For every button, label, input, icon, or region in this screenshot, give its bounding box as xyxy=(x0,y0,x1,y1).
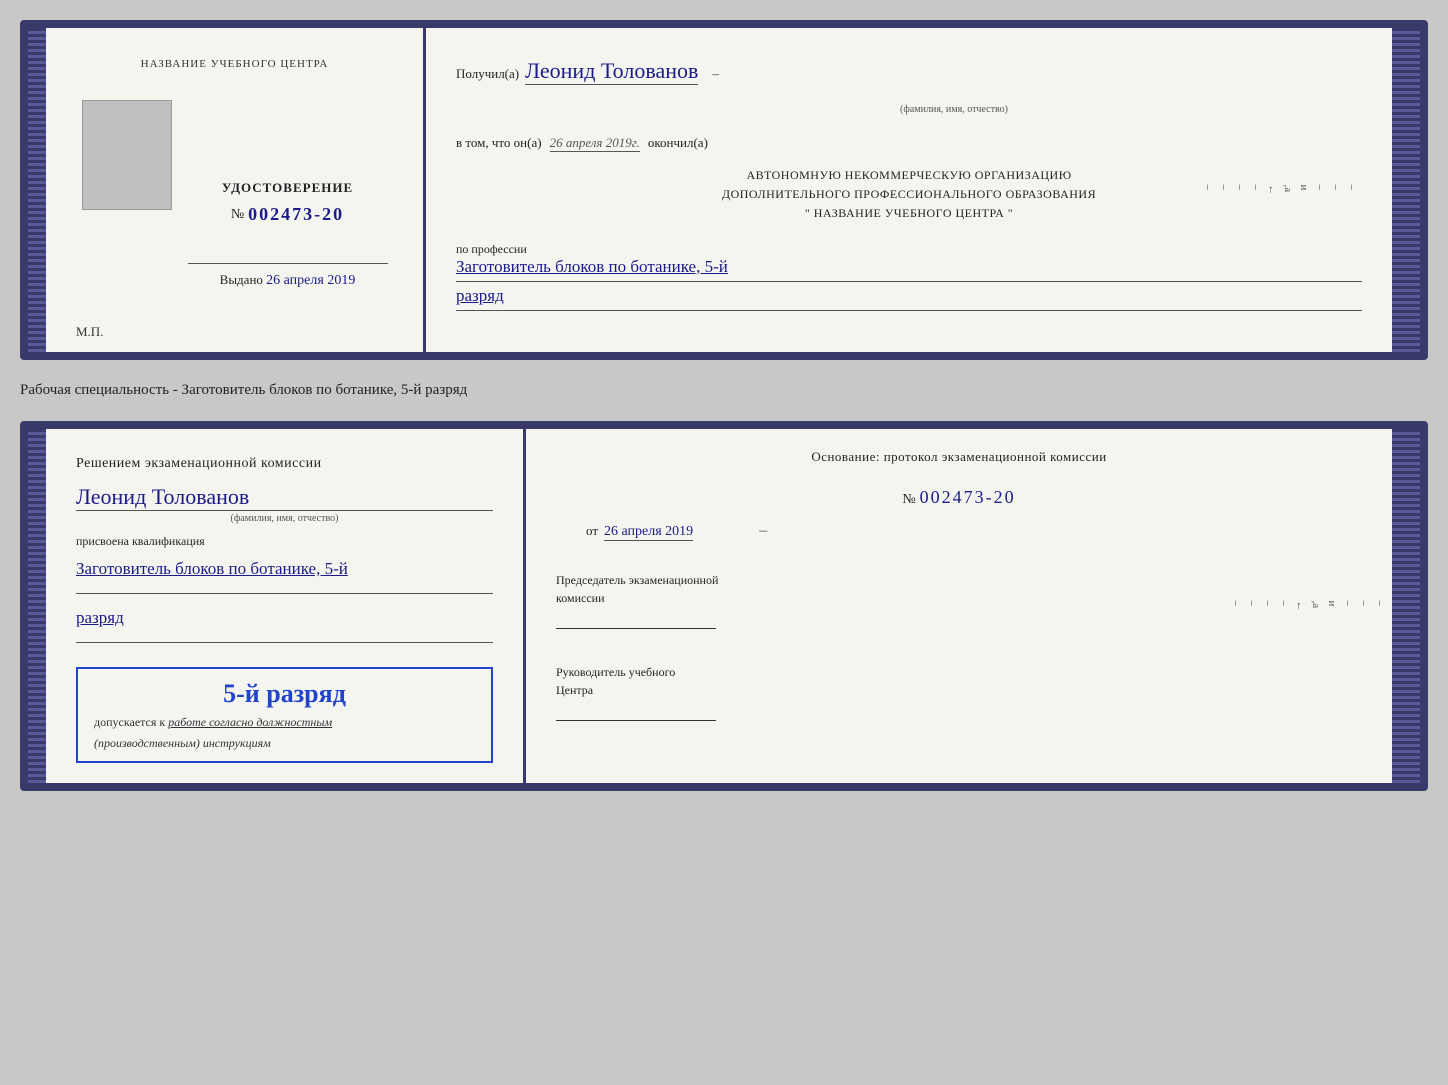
from-prefix: от xyxy=(586,523,598,539)
rank-box: 5-й разряд допускается к работе согласно… xyxy=(76,667,493,763)
rank-box-sub: допускается к работе согласно должностны… xyxy=(94,715,475,730)
cert-number-prefix: № xyxy=(231,207,244,223)
director-sig-line xyxy=(556,703,716,721)
edge-text-top: – – – и ,а ← – – – – xyxy=(1202,185,1358,196)
date-value: 26 апреля 2019г. xyxy=(550,135,640,152)
qualified-label: присвоена квалификация xyxy=(76,534,493,549)
rank-box-title: 5-й разряд xyxy=(94,679,475,709)
rank-box-italic: (производственным) инструкциям xyxy=(94,736,475,751)
doc-top-right: Получил(а) Леонид Толованов – (фамилия, … xyxy=(426,28,1392,352)
fio-subtitle-bottom: (фамилия, имя, отчество) xyxy=(76,513,493,524)
profession-value-top: Заготовитель блоков по ботанике, 5-й xyxy=(456,257,1362,277)
spine-left-bottom xyxy=(28,429,46,783)
doc-bottom-left: Решением экзаменационной комиссии Леонид… xyxy=(46,429,526,783)
protocol-number: 002473-20 xyxy=(920,487,1016,507)
director-block: Руководитель учебного Центра xyxy=(556,663,1362,721)
cert-issued: Выдано 26 апреля 2019 xyxy=(220,272,356,289)
cert-title: УДОСТОВЕРЕНИЕ xyxy=(222,180,353,196)
doc-top-left: НАЗВАНИЕ УЧЕБНОГО ЦЕНТРА УДОСТОВЕРЕНИЕ №… xyxy=(46,28,426,352)
chairman-sig-line xyxy=(556,611,716,629)
protocol-prefix: № xyxy=(902,492,915,507)
spine-right-bottom xyxy=(1392,429,1420,783)
specialty-label: Рабочая специальность - Заготовитель бло… xyxy=(20,378,1428,403)
full-name-top: Леонид Толованов xyxy=(525,58,698,85)
commission-title: Решением экзаменационной комиссии xyxy=(76,453,493,474)
page-wrapper: НАЗВАНИЕ УЧЕБНОГО ЦЕНТРА УДОСТОВЕРЕНИЕ №… xyxy=(20,20,1428,791)
spine-left-top xyxy=(28,28,46,352)
from-date-value: 26 апреля 2019 xyxy=(604,524,693,541)
fio-subtitle-top: (фамилия, имя, отчество) xyxy=(900,104,1008,115)
institution-label-top: НАЗВАНИЕ УЧЕБНОГО ЦЕНТРА xyxy=(141,58,329,70)
spine-right-top xyxy=(1392,28,1420,352)
profession-prefix: по профессии xyxy=(456,242,1362,257)
photo-placeholder xyxy=(82,100,172,210)
cert-number: 002473-20 xyxy=(248,204,344,225)
document-card-top: НАЗВАНИЕ УЧЕБНОГО ЦЕНТРА УДОСТОВЕРЕНИЕ №… xyxy=(20,20,1428,360)
doc-bottom-right: Основание: протокол экзаменационной коми… xyxy=(526,429,1392,783)
full-name-bottom: Леонид Толованов xyxy=(76,484,493,511)
basis-label: Основание: протокол экзаменационной коми… xyxy=(556,449,1362,465)
received-prefix: Получил(а) xyxy=(456,66,519,82)
director-label: Руководитель учебного Центра xyxy=(556,663,1362,699)
rank-value-top: разряд xyxy=(456,286,1362,306)
profession-value-bottom: Заготовитель блоков по ботанике, 5-й xyxy=(76,559,493,579)
finished-label: окончил(а) xyxy=(648,135,708,151)
issued-date: 26 апреля 2019 xyxy=(266,273,355,288)
document-card-bottom: Решением экзаменационной комиссии Леонид… xyxy=(20,421,1428,791)
rank-value-bottom: разряд xyxy=(76,608,493,628)
date-prefix: в том, что он(а) xyxy=(456,135,542,151)
rank-box-link: работе согласно должностным xyxy=(168,715,332,729)
edge-text-bottom: – – – и ,а ← – – – – xyxy=(1230,601,1386,612)
mp-label: М.П. xyxy=(76,324,103,340)
